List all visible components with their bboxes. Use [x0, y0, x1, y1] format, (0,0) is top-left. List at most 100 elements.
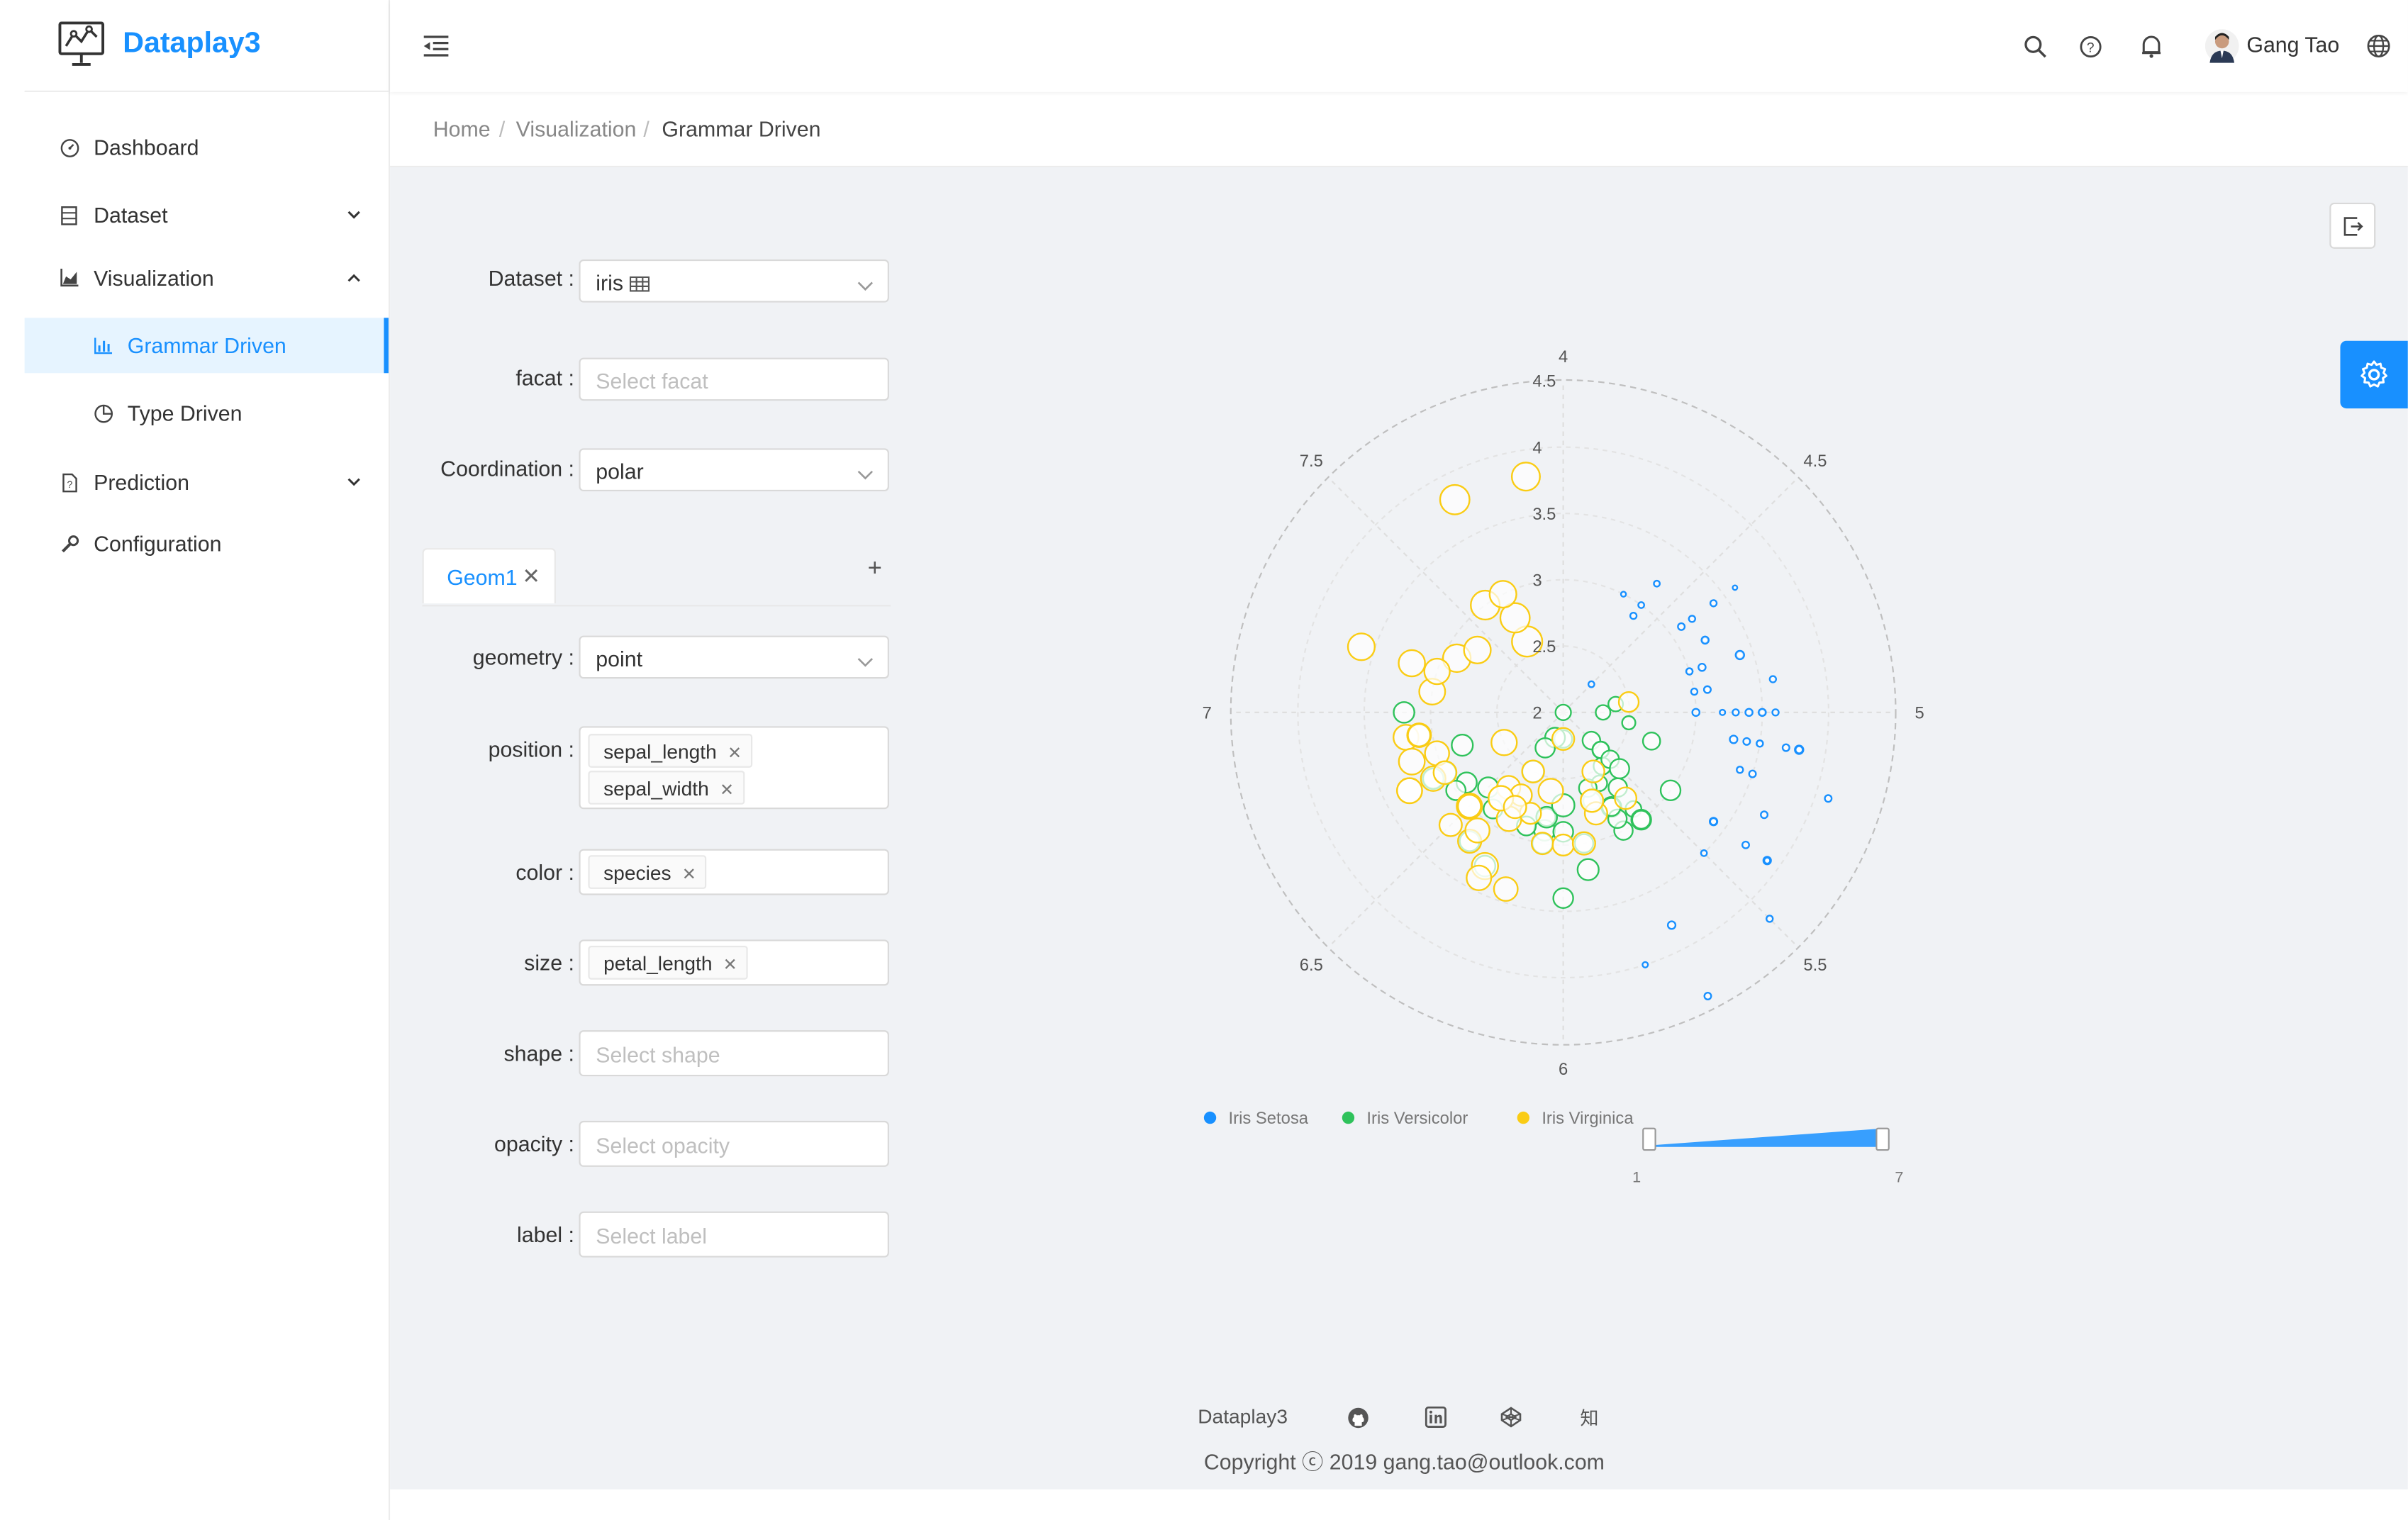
data-point [1463, 635, 1492, 664]
settings-button[interactable] [2340, 340, 2408, 409]
sidebar-item-grammar-driven[interactable]: Grammar Driven [24, 318, 389, 374]
position-label: position : [488, 737, 574, 762]
data-point [1758, 708, 1767, 717]
data-point [1571, 831, 1596, 856]
dataset-select[interactable]: iris [579, 259, 889, 303]
size-slider[interactable]: 17 [1632, 1127, 1903, 1186]
question-circle-icon[interactable]: ? [2076, 32, 2104, 60]
data-point [1641, 731, 1661, 751]
chevron-down-icon [347, 206, 360, 223]
size-slider-track [1649, 1128, 1883, 1147]
app-logo[interactable]: Dataplay3 [58, 20, 261, 67]
area-chart-icon [58, 267, 79, 289]
sidebar-item-configuration[interactable]: Configuration [25, 516, 389, 571]
angle-tick-label: 6 [1559, 1060, 1568, 1079]
chevron-down-icon [857, 272, 874, 296]
facat-select[interactable]: Select facat [579, 357, 889, 401]
sidebar-item-dataset[interactable]: Dataset [25, 187, 389, 242]
chevron-down-icon [857, 461, 874, 486]
size-select[interactable]: petal_length ✕ [579, 939, 889, 986]
gear-icon [2360, 360, 2387, 388]
linkedin-icon[interactable] [1425, 1406, 1447, 1433]
menu-fold-icon[interactable] [423, 32, 450, 60]
data-point [1700, 635, 1710, 645]
bell-icon[interactable] [2138, 32, 2165, 60]
codepen-icon[interactable] [1500, 1407, 1522, 1433]
add-tab-button[interactable]: + [868, 556, 882, 583]
sidebar-item-label: Visualization [94, 265, 214, 291]
data-point [1493, 876, 1519, 902]
position-select[interactable]: sepal_length ✕ sepal_width ✕ [579, 726, 889, 810]
sidebar-item-dashboard[interactable]: Dashboard [25, 120, 389, 175]
data-point [1698, 662, 1707, 672]
table-icon [629, 276, 650, 292]
data-point [1576, 858, 1600, 881]
data-point [1629, 611, 1638, 620]
top-header: ? Gang Tao [390, 0, 2408, 92]
close-icon[interactable]: ✕ [723, 956, 737, 975]
data-point [1488, 580, 1517, 609]
shape-select[interactable]: Select shape [579, 1030, 889, 1077]
position-tag: sepal_length ✕ [588, 734, 753, 768]
geometry-label: geometry : [472, 644, 574, 670]
tag-label: petal_length [603, 951, 713, 976]
tool-icon [58, 532, 79, 554]
close-icon[interactable]: ✕ [682, 866, 696, 884]
avatar[interactable] [2204, 29, 2239, 63]
data-point [1587, 680, 1595, 688]
sidebar-item-prediction[interactable]: ? Prediction [25, 454, 389, 510]
opacity-placeholder: Select opacity [596, 1133, 730, 1158]
data-point [1617, 691, 1640, 713]
footer-app-name[interactable]: Dataplay3 [1198, 1405, 1288, 1428]
legend-label: Iris Setosa [1229, 1109, 1309, 1128]
data-point [1763, 856, 1771, 865]
data-point [1490, 729, 1518, 756]
sidebar-item-label: Prediction [94, 469, 189, 495]
data-point [1398, 649, 1426, 678]
angle-tick-label: 5.5 [1803, 956, 1827, 975]
sidebar: Dataplay3 Dashboard Dataset Visualizatio… [24, 0, 391, 1520]
data-point [1690, 687, 1699, 696]
user-name[interactable]: Gang Tao [2246, 32, 2339, 57]
data-point [1691, 708, 1701, 717]
close-icon[interactable]: ✕ [720, 781, 734, 800]
geometry-select[interactable]: point [579, 635, 889, 679]
close-icon[interactable]: ✕ [728, 744, 742, 763]
data-point [1756, 739, 1764, 748]
size-slider-min-label: 1 [1632, 1168, 1641, 1186]
data-point [1742, 737, 1751, 746]
data-point [1732, 708, 1740, 717]
data-point [1702, 685, 1712, 694]
search-icon[interactable] [2021, 32, 2049, 60]
global-icon[interactable] [2365, 32, 2392, 60]
github-icon[interactable] [1347, 1407, 1369, 1434]
chart-legend[interactable]: Iris Setosa Iris Versicolor Iris Virginica [1203, 1109, 1634, 1128]
sidebar-item-visualization[interactable]: Visualization [25, 250, 389, 306]
angle-tick-label: 7.5 [1300, 452, 1323, 471]
label-select[interactable]: Select label [579, 1211, 889, 1258]
dataset-value-text: iris [596, 270, 624, 295]
breadcrumb-visualization[interactable]: Visualization [516, 117, 637, 142]
data-point [1398, 747, 1426, 776]
export-button[interactable] [2329, 202, 2376, 249]
data-point [1466, 864, 1493, 891]
data-point [1407, 723, 1432, 748]
data-point [1554, 703, 1572, 721]
data-point [1677, 622, 1686, 631]
dashboard-icon [58, 137, 79, 158]
sidebar-item-type-driven[interactable]: Type Driven [25, 386, 389, 441]
radius-tick-label: 4 [1532, 438, 1542, 457]
tab-geom1[interactable]: Geom1 ✕ [422, 548, 556, 604]
coordination-select[interactable]: polar [579, 448, 889, 492]
zhihu-icon[interactable]: 知 [1580, 1405, 1598, 1431]
data-point [1771, 708, 1780, 717]
color-select[interactable]: species ✕ [579, 849, 889, 895]
file-unknown-icon: ? [58, 471, 79, 493]
opacity-select[interactable]: Select opacity [579, 1120, 889, 1167]
close-icon[interactable]: ✕ [522, 564, 540, 590]
geom-tabs: Geom1 ✕ + [422, 548, 891, 607]
legend-marker [1203, 1111, 1217, 1124]
data-point [1521, 759, 1545, 783]
size-label: size : [524, 950, 574, 976]
breadcrumb-home[interactable]: Home [433, 117, 491, 142]
